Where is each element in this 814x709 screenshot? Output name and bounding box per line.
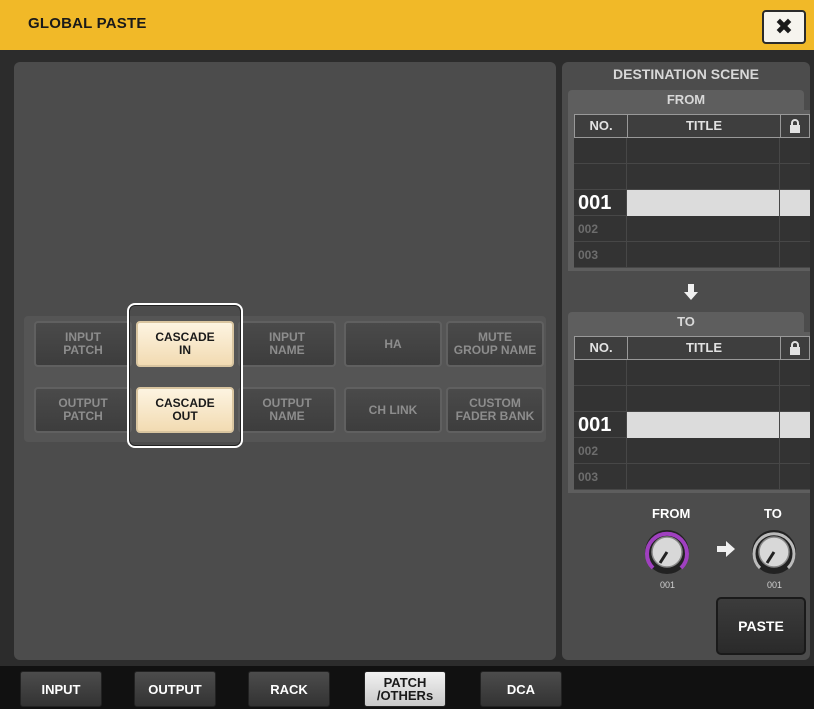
scene-row[interactable] <box>574 360 810 386</box>
column-no: NO. <box>575 115 628 137</box>
lock-icon <box>781 115 809 137</box>
scene-number <box>574 360 627 386</box>
cascade-selection-outline <box>127 303 243 448</box>
from-header: FROM <box>568 90 804 110</box>
scene-title <box>627 386 780 412</box>
scene-title <box>627 242 780 268</box>
scene-number: 001 <box>574 412 627 438</box>
from-knob-value: 001 <box>660 580 676 590</box>
custom-fader-bank-button[interactable]: CUSTOM FADER BANK <box>446 387 544 433</box>
scene-title <box>627 438 780 464</box>
scene-title <box>627 190 780 216</box>
scene-number: 002 <box>574 216 627 242</box>
tab-rack[interactable]: RACK <box>248 671 330 707</box>
scene-lock-cell <box>780 190 810 216</box>
scene-title <box>627 464 780 490</box>
to-list-header: NO. TITLE <box>574 336 810 360</box>
scene-number <box>574 138 627 164</box>
scene-row[interactable]: 001 <box>574 412 810 438</box>
input-patch-button[interactable]: INPUT PATCH <box>34 321 132 367</box>
scene-title <box>627 138 780 164</box>
scene-title <box>627 360 780 386</box>
to-scene-list[interactable]: NO. TITLE 001 002 003 <box>568 332 810 493</box>
scene-number <box>574 386 627 412</box>
column-title: TITLE <box>628 337 781 359</box>
tab-output[interactable]: OUTPUT <box>134 671 216 707</box>
scene-lock-cell <box>780 412 810 438</box>
scene-row[interactable]: 002 <box>574 216 810 242</box>
to-knob-value: 001 <box>767 580 783 590</box>
from-list-header: NO. TITLE <box>574 114 810 138</box>
knob-from-label: FROM <box>652 506 691 521</box>
ch-link-button[interactable]: CH LINK <box>344 387 442 433</box>
scene-number <box>574 164 627 190</box>
tab-patch-others[interactable]: PATCH /OTHERs <box>364 671 446 707</box>
scene-row[interactable]: 002 <box>574 438 810 464</box>
mute-group-name-button[interactable]: MUTE GROUP NAME <box>446 321 544 367</box>
scene-number: 003 <box>574 464 627 490</box>
scene-title <box>627 412 780 438</box>
lock-icon <box>781 337 809 359</box>
scene-number: 002 <box>574 438 627 464</box>
output-name-button[interactable]: OUTPUT NAME <box>238 387 336 433</box>
tab-input[interactable]: INPUT <box>20 671 102 707</box>
to-knob[interactable] <box>750 528 798 576</box>
down-arrow-icon <box>681 283 701 303</box>
scene-row[interactable]: 003 <box>574 242 810 268</box>
to-header: TO <box>568 312 804 332</box>
knob-to-label: TO <box>764 506 782 521</box>
destination-header: DESTINATION SCENE <box>613 66 759 82</box>
close-icon: ✖ <box>774 14 794 39</box>
from-knob[interactable] <box>643 528 691 576</box>
ha-button[interactable]: HA <box>344 321 442 367</box>
input-name-button[interactable]: INPUT NAME <box>238 321 336 367</box>
scene-number: 001 <box>574 190 627 216</box>
window-title: GLOBAL PASTE <box>28 15 147 32</box>
scene-row[interactable] <box>574 138 810 164</box>
scene-row[interactable]: 003 <box>574 464 810 490</box>
tab-dca[interactable]: DCA <box>480 671 562 707</box>
scene-row[interactable] <box>574 164 810 190</box>
column-no: NO. <box>575 337 628 359</box>
scene-row[interactable] <box>574 386 810 412</box>
paste-button[interactable]: PASTE <box>716 597 806 655</box>
from-scene-list[interactable]: NO. TITLE 001 002 003 <box>568 110 810 271</box>
scene-number: 003 <box>574 242 627 268</box>
close-button[interactable]: ✖ <box>762 10 806 44</box>
output-patch-button[interactable]: OUTPUT PATCH <box>34 387 132 433</box>
scene-row[interactable]: 001 <box>574 190 810 216</box>
scene-title <box>627 216 780 242</box>
column-title: TITLE <box>628 115 781 137</box>
scene-title <box>627 164 780 190</box>
right-arrow-icon <box>716 540 736 563</box>
